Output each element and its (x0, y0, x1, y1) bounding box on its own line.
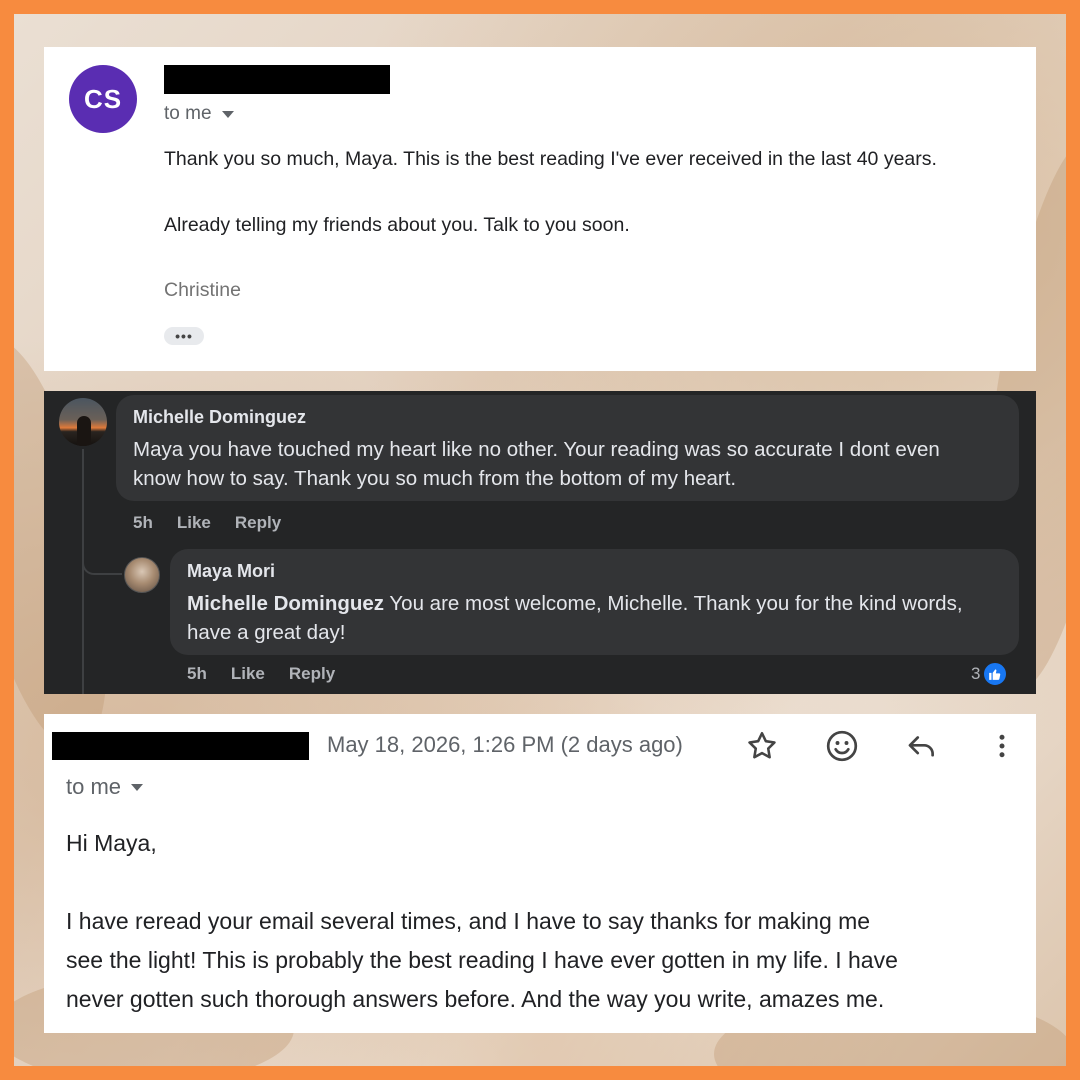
comment-timestamp[interactable]: 5h (133, 513, 153, 533)
avatar[interactable] (59, 398, 107, 446)
like-button[interactable]: Like (177, 513, 211, 533)
thread-branch (82, 531, 122, 575)
recipient-label: to me (164, 103, 212, 124)
comment-author[interactable]: Maya Mori (187, 561, 275, 582)
star-icon[interactable] (744, 728, 780, 764)
email-card-reply: May 18, 2026, 1:26 PM (2 days ago) to me… (44, 714, 1036, 1033)
reaction-summary[interactable]: 3 (971, 661, 1009, 687)
email-timestamp: May 18, 2026, 1:26 PM (2 days ago) (327, 732, 683, 757)
chevron-down-icon (131, 783, 144, 791)
reply-button[interactable]: Reply (289, 664, 335, 684)
reply-bubble: Maya Mori Michelle Dominguez You are mos… (170, 549, 1019, 655)
avatar[interactable] (124, 557, 160, 593)
email-signature: Christine (164, 279, 241, 301)
comment-thread-card: Michelle Dominguez Maya you have touched… (44, 391, 1036, 694)
recipient-dropdown[interactable]: to me (66, 774, 144, 800)
reaction-count: 3 (971, 664, 981, 683)
redacted-sender-name (164, 65, 390, 94)
mention-link[interactable]: Michelle Dominguez (187, 592, 384, 615)
comment-actions: 5h Like Reply (133, 513, 281, 533)
email-body-line: Already telling my friends about you. Ta… (164, 214, 630, 236)
reply-button[interactable]: Reply (235, 513, 281, 533)
email-body-line: Thank you so much, Maya. This is the bes… (164, 148, 937, 170)
recipient-dropdown[interactable]: to me (164, 103, 234, 125)
comment-text: Michelle Dominguez You are most welcome,… (187, 589, 997, 647)
more-vert-icon[interactable] (984, 728, 1020, 764)
comment-actions: 5h Like Reply (187, 664, 335, 684)
comment-timestamp[interactable]: 5h (187, 664, 207, 684)
comment-bubble: Michelle Dominguez Maya you have touched… (116, 395, 1019, 501)
email-card-christine: CS to me Thank you so much, Maya. This i… (44, 47, 1036, 371)
avatar: CS (69, 65, 137, 133)
email-body-line: I have reread your email several times, … (66, 908, 871, 934)
chevron-down-icon (221, 110, 234, 118)
email-body-line: see the light! This is probably the best… (66, 947, 898, 973)
thumbs-up-icon (982, 661, 1009, 687)
thread-line (82, 449, 84, 694)
emoji-icon[interactable] (824, 728, 860, 764)
redacted-sender-name (52, 732, 309, 760)
email-greeting: Hi Maya, (66, 830, 157, 856)
show-trimmed-content-button[interactable]: ••• (164, 327, 204, 345)
reply-icon[interactable] (904, 728, 940, 764)
email-body-line: never gotten such thorough answers befor… (66, 986, 885, 1012)
comment-author[interactable]: Michelle Dominguez (133, 407, 306, 428)
comment-text: Maya you have touched my heart like no o… (133, 438, 940, 490)
like-button[interactable]: Like (231, 664, 265, 684)
orange-frame: CS to me Thank you so much, Maya. This i… (0, 0, 1080, 1080)
recipient-label: to me (66, 774, 122, 799)
